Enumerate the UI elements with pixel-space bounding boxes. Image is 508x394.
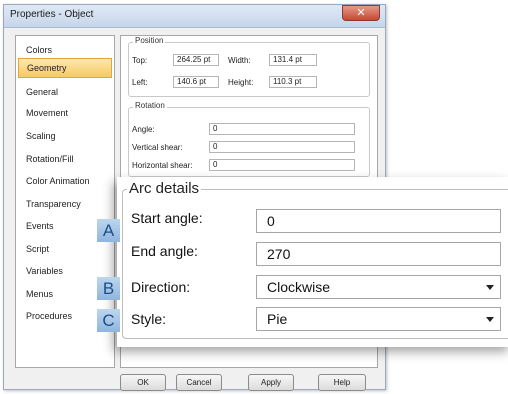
left-label: Left:: [132, 78, 148, 87]
end-angle-field[interactable]: 270: [256, 242, 501, 266]
screenshot-root: Properties - Object ✕ Colors Geometry Ge…: [0, 0, 508, 394]
rotation-legend: Rotation: [133, 101, 167, 110]
nav-item-movement[interactable]: Movement: [16, 103, 114, 123]
vertical-shear-label: Vertical shear:: [132, 143, 183, 152]
cancel-button[interactable]: Cancel: [176, 374, 222, 391]
chevron-down-icon: [486, 317, 494, 322]
close-icon: ✕: [356, 6, 366, 19]
window-title: Properties - Object: [10, 9, 94, 20]
apply-button[interactable]: Apply: [248, 374, 294, 391]
position-legend: Position: [133, 36, 166, 45]
style-value: Pie: [267, 311, 288, 327]
callout-a-badge: A: [97, 219, 120, 242]
horizontal-shear-field[interactable]: 0: [209, 159, 355, 171]
direction-label: Direction:: [131, 279, 191, 295]
vertical-shear-field[interactable]: 0: [209, 141, 355, 153]
angle-field[interactable]: 0: [209, 123, 355, 135]
close-button[interactable]: ✕: [342, 5, 380, 21]
top-label: Top:: [132, 56, 148, 65]
nav-item-colors[interactable]: Colors: [16, 40, 114, 60]
height-field[interactable]: 110.3 pt: [269, 76, 317, 88]
nav-item-scaling[interactable]: Scaling: [16, 126, 114, 146]
width-label: Width:: [228, 56, 251, 65]
style-select[interactable]: Pie: [256, 307, 501, 331]
style-label: Style:: [131, 311, 167, 327]
start-angle-field[interactable]: 0: [256, 209, 501, 233]
nav-item-geometry[interactable]: Geometry: [18, 58, 112, 78]
ok-button[interactable]: OK: [120, 374, 166, 391]
arc-details-zoom: Arc details Start angle: 0 End angle: 27…: [117, 177, 508, 347]
help-button[interactable]: Help: [318, 374, 366, 391]
rotation-group: Rotation Angle: 0 Vertical shear: 0 Hori…: [128, 101, 370, 177]
top-field[interactable]: 264.25 pt: [173, 54, 219, 66]
position-group: Position Top: 264.25 pt Width: 131.4 pt …: [128, 36, 370, 97]
nav-item-transparency[interactable]: Transparency: [16, 194, 114, 214]
direction-value: Clockwise: [267, 279, 331, 295]
angle-label: Angle:: [132, 125, 155, 134]
start-angle-label: Start angle:: [131, 210, 203, 226]
callout-c-badge: C: [97, 309, 120, 332]
direction-select[interactable]: Clockwise: [256, 275, 501, 299]
chevron-down-icon: [486, 285, 494, 290]
callout-b-badge: B: [97, 277, 120, 300]
nav-item-color-animation[interactable]: Color Animation: [16, 171, 114, 191]
width-field[interactable]: 131.4 pt: [269, 54, 317, 66]
left-field[interactable]: 140.6 pt: [173, 76, 219, 88]
height-label: Height:: [228, 78, 254, 87]
title-bar[interactable]: Properties - Object ✕: [4, 5, 385, 28]
nav-item-general[interactable]: General: [16, 82, 114, 102]
horizontal-shear-label: Horizontal shear:: [132, 161, 193, 170]
arc-details-legend: Arc details: [127, 180, 202, 197]
end-angle-label: End angle:: [131, 243, 198, 259]
nav-item-rotation-fill[interactable]: Rotation/Fill: [16, 149, 114, 169]
nav-item-script[interactable]: Script: [16, 239, 114, 259]
